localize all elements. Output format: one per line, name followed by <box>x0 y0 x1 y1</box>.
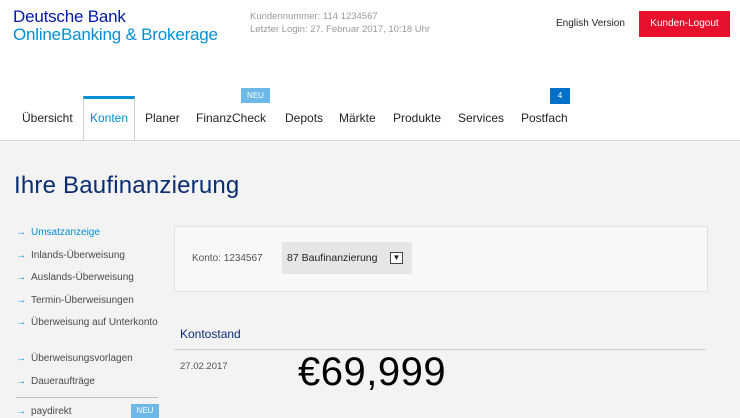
sidebar-item-label: Daueraufträge <box>31 376 95 387</box>
sidebar-item-label: Überweisung auf Unterkonto <box>31 317 158 328</box>
brand-subtitle[interactable]: OnlineBanking & Brokerage <box>13 25 218 45</box>
nav-planer[interactable]: Planer <box>145 96 180 140</box>
nav-finanzcheck[interactable]: FinanzCheck <box>196 96 266 140</box>
account-select[interactable]: 87 Baufinanzierung ▼ <box>282 242 412 274</box>
nav-depots[interactable]: Depots <box>285 96 323 140</box>
nav-uebersicht[interactable]: Übersicht <box>22 96 73 140</box>
account-number-label: Konto: 1234567 <box>192 253 263 264</box>
sidebar-divider <box>16 397 158 398</box>
sidebar-item-label: Termin-Überweisungen <box>31 295 134 306</box>
logout-button[interactable]: Kunden-Logout <box>639 11 730 37</box>
nav-maerkte[interactable]: Märkte <box>339 96 376 140</box>
last-login: Letzter Login: 27. Februar 2017, 10:18 U… <box>250 24 431 35</box>
chevron-down-icon: ▼ <box>390 252 403 264</box>
arrow-right-icon: → <box>16 272 26 283</box>
arrow-right-icon: → <box>16 406 26 417</box>
sidebar-item-label: Inlands-Überweisung <box>31 250 125 261</box>
arrow-right-icon: → <box>16 227 26 238</box>
balance-amount: €69,999 <box>298 350 447 394</box>
arrow-right-icon: → <box>16 376 26 387</box>
arrow-right-icon: → <box>16 353 26 364</box>
paydirekt-new-badge: NEU <box>131 404 159 418</box>
nav-konten[interactable]: Konten <box>83 96 136 140</box>
arrow-right-icon: → <box>16 250 26 261</box>
nav-produkte[interactable]: Produkte <box>393 96 441 140</box>
sidebar-item-label: Umsatzanzeige <box>31 227 100 238</box>
customer-number: Kundennummer: 114 1234567 <box>250 11 378 22</box>
english-version-link[interactable]: English Version <box>556 18 625 29</box>
content-area: Ihre Baufinanzierung → Umsatzanzeige → I… <box>0 140 740 418</box>
main-nav: Übersicht Konten Planer FinanzCheck Depo… <box>0 96 740 140</box>
nav-services[interactable]: Services <box>458 96 504 140</box>
arrow-right-icon: → <box>16 295 26 306</box>
arrow-right-icon: → <box>16 317 26 328</box>
sidebar-item-label: Auslands-Überweisung <box>31 272 134 283</box>
sidebar-item-label: Überweisungsvorlagen <box>31 353 133 364</box>
page-title: Ihre Baufinanzierung <box>14 172 240 199</box>
account-select-value: 87 Baufinanzierung <box>287 252 378 264</box>
balance-date: 27.02.2017 <box>180 361 228 372</box>
brand-name[interactable]: Deutsche Bank <box>13 7 126 27</box>
balance-section-title: Kontostand <box>180 327 241 341</box>
nav-postfach[interactable]: Postfach <box>521 96 568 140</box>
account-selector-panel: Konto: 1234567 87 Baufinanzierung ▼ <box>174 226 708 292</box>
